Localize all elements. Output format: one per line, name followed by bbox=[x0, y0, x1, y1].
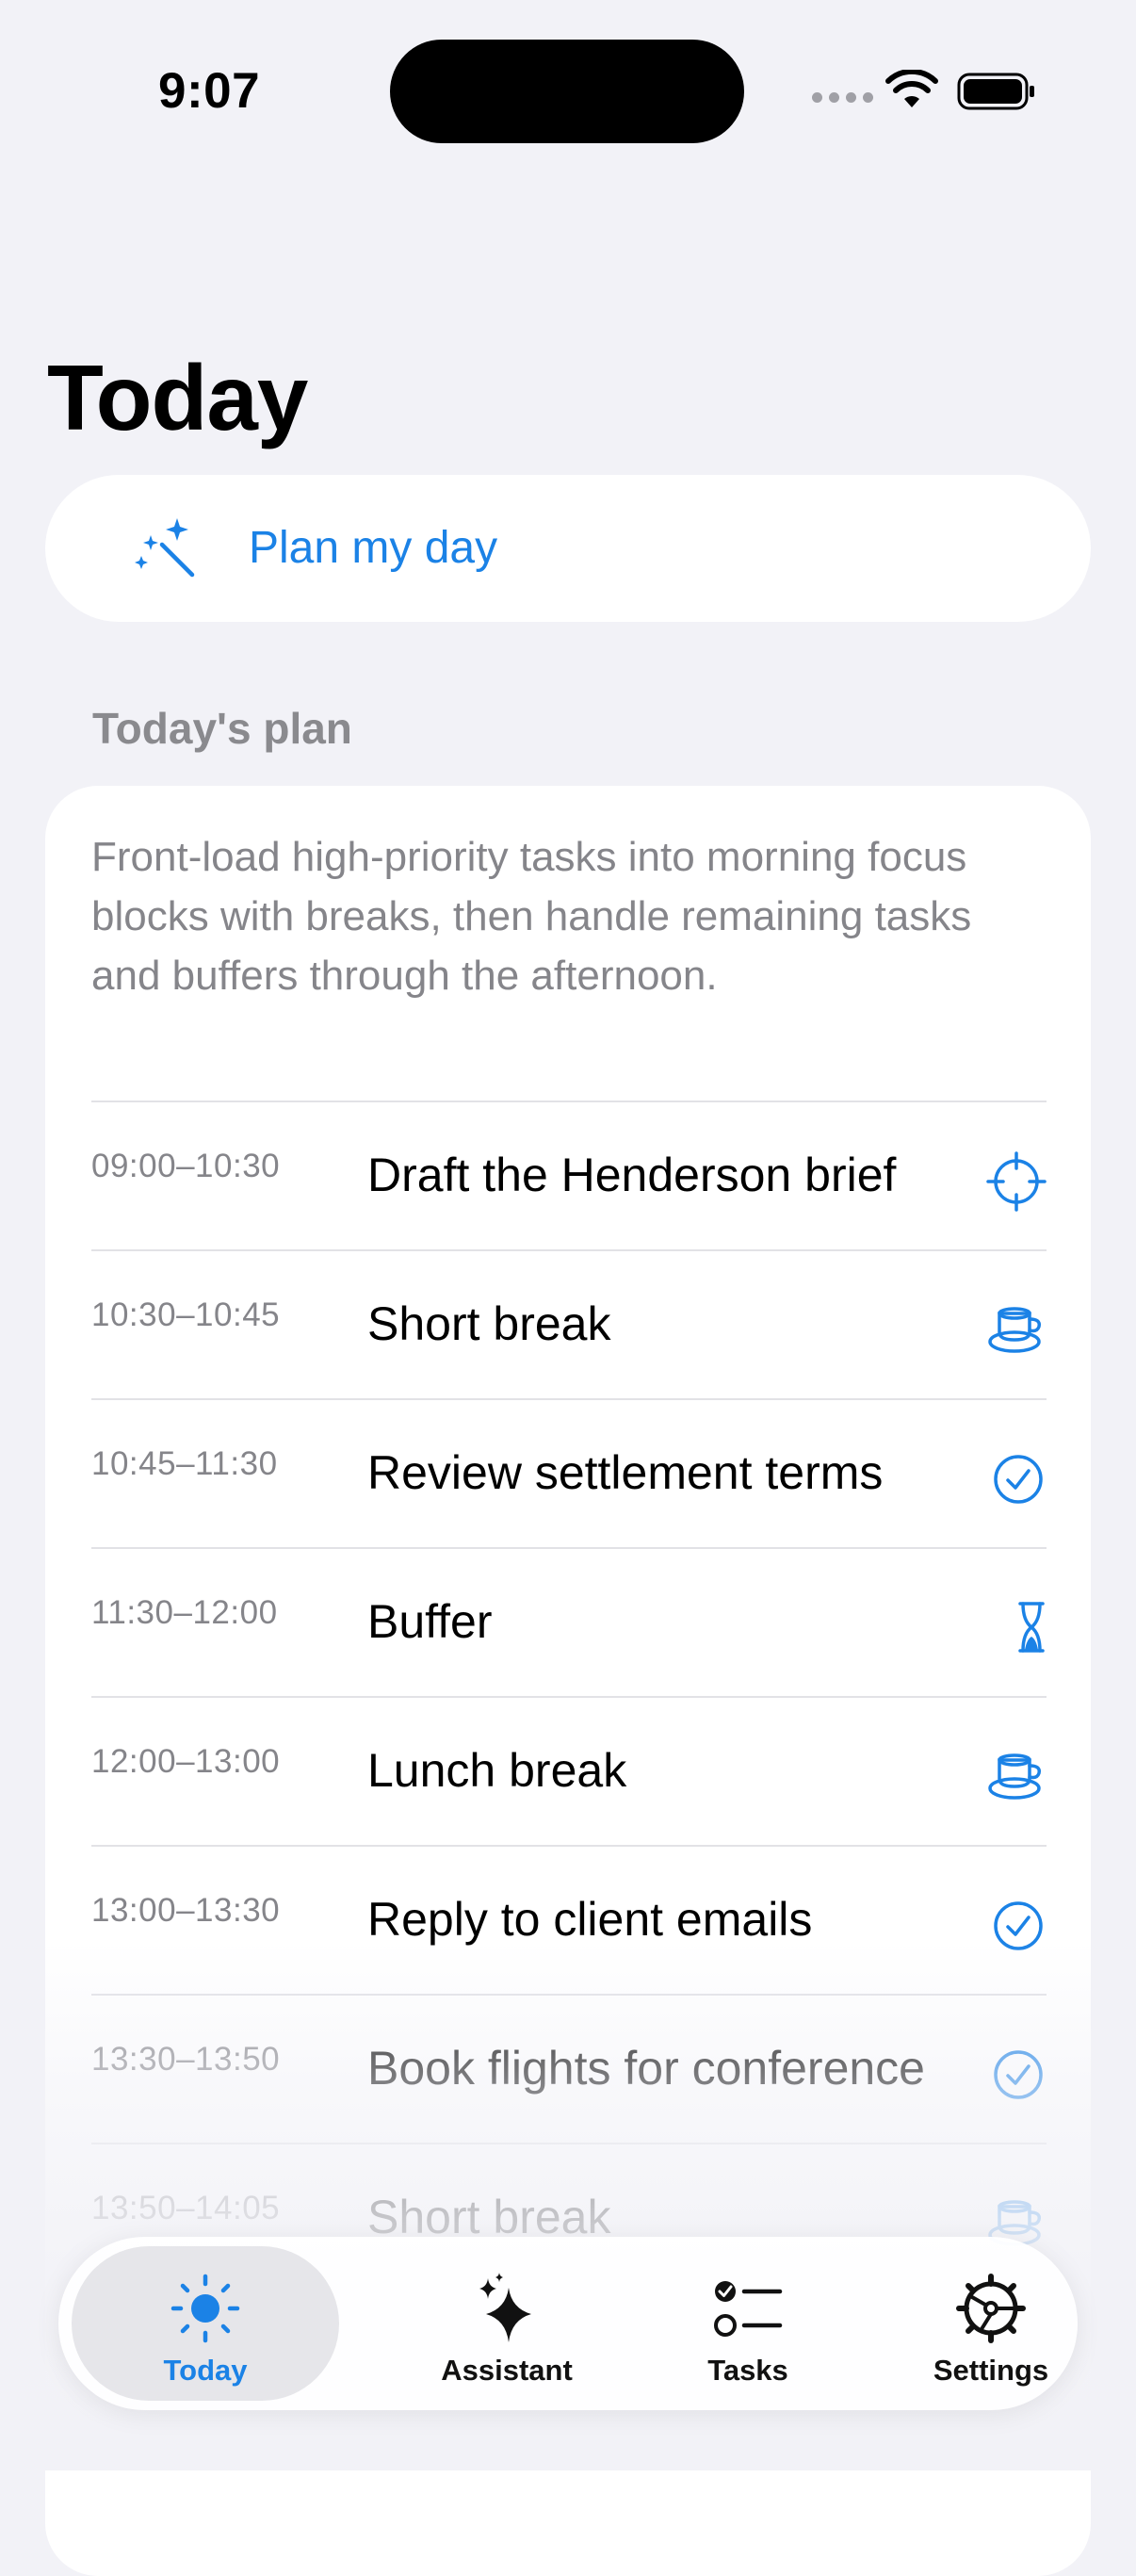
row-title: Draft the Henderson brief bbox=[367, 1149, 897, 1201]
sun-icon bbox=[170, 2274, 240, 2343]
page-title: Today bbox=[47, 346, 308, 449]
row-title: Review settlement terms bbox=[367, 1446, 884, 1499]
schedule-row[interactable]: 12:00–13:00 Lunch break bbox=[91, 1696, 1047, 1845]
row-time: 12:00–13:00 bbox=[91, 1743, 281, 1780]
tab-label: Settings bbox=[933, 2354, 1049, 2387]
checklist-icon bbox=[714, 2281, 783, 2337]
tab-label: Tasks bbox=[707, 2354, 788, 2387]
focus-target-icon bbox=[986, 1151, 1047, 1212]
schedule-row[interactable]: 09:00–10:30 Draft the Henderson brief bbox=[91, 1101, 1047, 1249]
cellular-signal-icon bbox=[812, 92, 873, 103]
row-title: Book flights for conference bbox=[367, 2042, 925, 2095]
row-time: 13:50–14:05 bbox=[91, 2190, 281, 2226]
row-title: Buffer bbox=[367, 1595, 493, 1648]
row-time: 11:30–12:00 bbox=[91, 1594, 278, 1631]
row-time: 10:45–11:30 bbox=[91, 1445, 278, 1482]
plan-summary: Front-load high-priority tasks into morn… bbox=[91, 834, 972, 999]
checkmark-circle-icon bbox=[994, 2050, 1043, 2099]
plan-my-day-button[interactable]: Plan my day bbox=[45, 475, 1091, 622]
row-title: Reply to client emails bbox=[367, 1893, 813, 1946]
wifi-icon bbox=[885, 70, 938, 107]
row-time: 13:30–13:50 bbox=[91, 2041, 281, 2078]
plan-my-day-label: Plan my day bbox=[249, 523, 498, 573]
checkmark-circle-icon bbox=[994, 1455, 1043, 1504]
coffee-cup-icon bbox=[988, 1753, 1042, 1800]
status-bar: 9:07 bbox=[0, 0, 1136, 179]
row-time: 10:30–10:45 bbox=[91, 1296, 281, 1333]
row-time: 09:00–10:30 bbox=[91, 1148, 281, 1184]
tab-assistant[interactable]: Assistant bbox=[375, 2246, 639, 2401]
hourglass-icon bbox=[1018, 1602, 1045, 1653]
coffee-cup-icon bbox=[988, 1307, 1042, 1353]
tab-bar: Today Assistant Tasks Settings bbox=[58, 2237, 1078, 2410]
tab-label: Assistant bbox=[441, 2354, 573, 2387]
schedule-row[interactable]: 10:30–10:45 Short break bbox=[91, 1249, 1047, 1398]
dynamic-island bbox=[390, 40, 744, 143]
schedule-row[interactable]: 10:45–11:30 Review settlement terms bbox=[91, 1398, 1047, 1547]
battery-icon bbox=[957, 73, 1034, 110]
checkmark-circle-icon bbox=[994, 1901, 1043, 1950]
schedule-row[interactable]: 11:30–12:00 Buffer bbox=[91, 1547, 1047, 1696]
magic-wand-icon bbox=[135, 518, 195, 578]
schedule-row[interactable]: 13:30–13:50 Book flights for conference bbox=[91, 1994, 1047, 2143]
sparkles-icon bbox=[479, 2273, 531, 2342]
schedule-row[interactable]: 13:00–13:30 Reply to client emails bbox=[91, 1845, 1047, 1994]
plan-schedule-list: 09:00–10:30 Draft the Henderson brief 10… bbox=[91, 1101, 1047, 2291]
tab-tasks[interactable]: Tasks bbox=[616, 2246, 880, 2401]
tab-settings[interactable]: Settings bbox=[859, 2246, 1123, 2401]
status-time: 9:07 bbox=[158, 63, 261, 119]
row-time: 13:00–13:30 bbox=[91, 1892, 281, 1929]
row-title: Short break bbox=[367, 1297, 611, 1350]
gear-icon bbox=[956, 2274, 1026, 2343]
section-header-todays-plan: Today's plan bbox=[92, 704, 352, 753]
tab-today[interactable]: Today bbox=[72, 2246, 339, 2401]
tab-label: Today bbox=[163, 2354, 248, 2387]
row-title: Lunch break bbox=[367, 1744, 627, 1797]
